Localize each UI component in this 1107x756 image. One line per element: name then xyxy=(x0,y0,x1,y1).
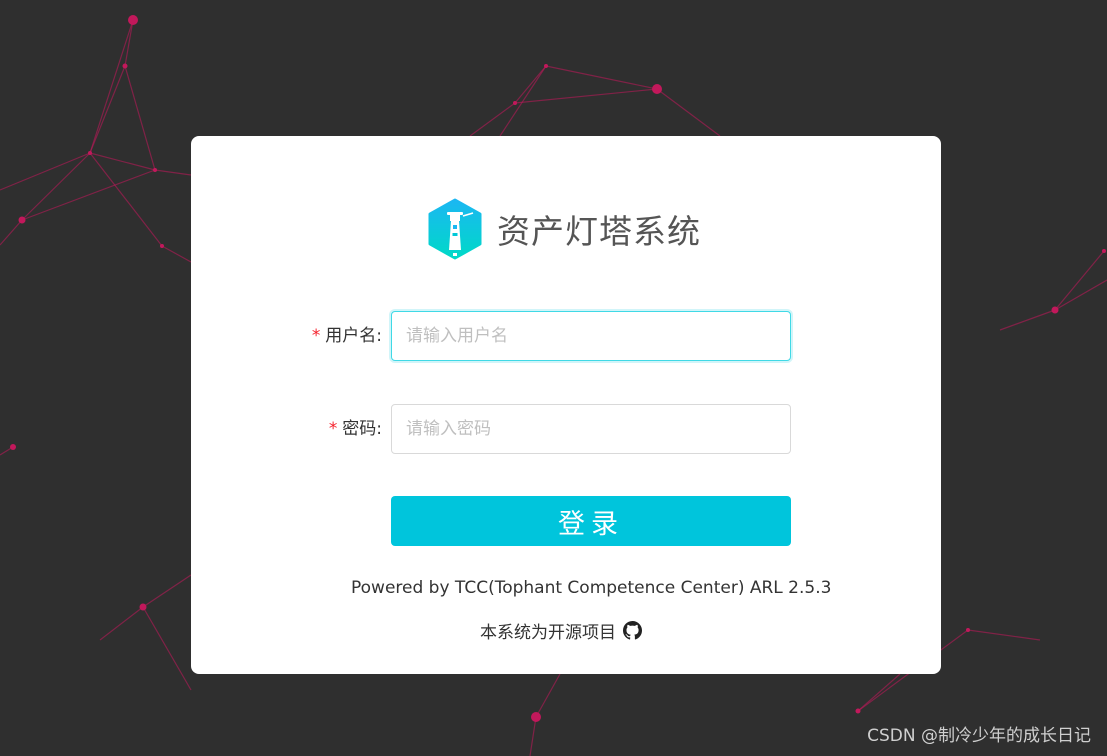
required-mark: * xyxy=(328,419,339,439)
password-label-text: 密码: xyxy=(342,419,382,439)
github-icon[interactable] xyxy=(623,620,642,640)
username-label: * 用户名: xyxy=(311,311,382,361)
login-button[interactable]: 登录 xyxy=(391,496,791,546)
username-row: * 用户名: xyxy=(191,311,941,361)
csdn-watermark: CSDN @制冷少年的成长日记 xyxy=(867,726,1091,746)
username-input[interactable] xyxy=(391,311,791,361)
open-source-note: 本系统为开源项目 xyxy=(480,618,642,643)
open-source-text: 本系统为开源项目 xyxy=(480,622,616,643)
app-title: 资产灯塔系统 xyxy=(497,212,701,251)
username-label-text: 用户名: xyxy=(325,326,382,346)
lighthouse-logo-icon xyxy=(428,198,482,260)
required-mark: * xyxy=(311,326,322,346)
password-label: * 密码: xyxy=(328,404,382,454)
brand-header: 资产灯塔系统 xyxy=(427,198,701,260)
powered-by-text: Powered by TCC(Tophant Competence Center… xyxy=(351,578,832,598)
password-input[interactable] xyxy=(391,404,791,454)
login-card: 资产灯塔系统 *用户名: *密码: 登录 Powered by TCC(Toph… xyxy=(191,136,941,674)
password-row: * 密码: xyxy=(191,404,941,454)
